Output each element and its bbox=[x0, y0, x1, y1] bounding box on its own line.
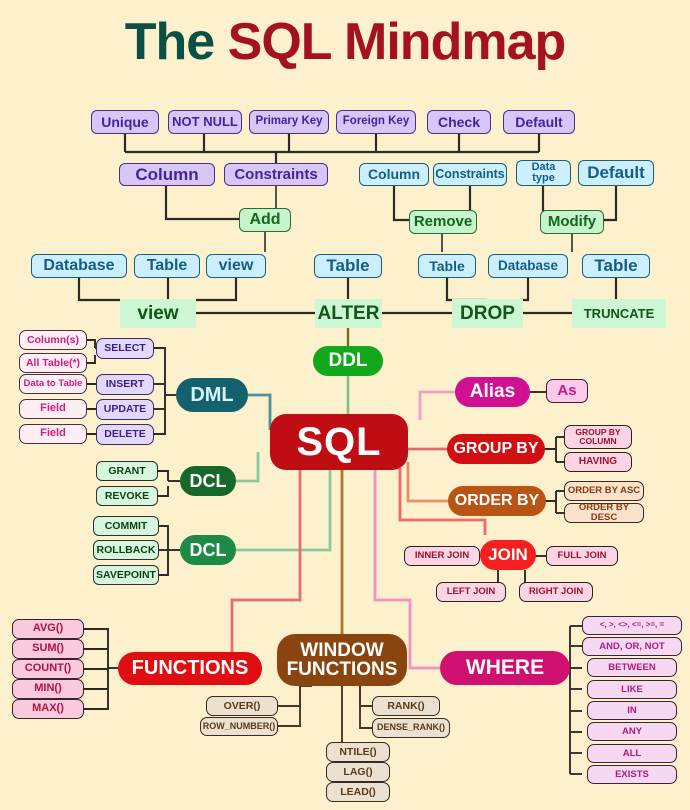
function-item-min[interactable]: MIN() bbox=[12, 679, 84, 699]
function-item-count[interactable]: COUNT() bbox=[12, 659, 84, 679]
branch-hub-dcl[interactable]: DCL bbox=[180, 466, 236, 496]
dml-arg-delete-field[interactable]: Field bbox=[19, 424, 87, 444]
join-item-full[interactable]: FULL JOIN bbox=[546, 546, 618, 566]
where-item-between[interactable]: BETWEEN bbox=[587, 658, 677, 677]
window-function-item-dense-rank[interactable]: DENSE_RANK() bbox=[372, 718, 450, 738]
alter-action-remove[interactable]: Remove bbox=[409, 210, 477, 234]
where-item-any[interactable]: ANY bbox=[587, 722, 677, 741]
dml-arg-update-field[interactable]: Field bbox=[19, 399, 87, 419]
dcl-item-revoke[interactable]: REVOKE bbox=[96, 486, 158, 506]
branch-hub-window-functions[interactable]: WINDOW FUNCTIONS bbox=[277, 634, 407, 686]
constraint-primary-key[interactable]: Primary Key bbox=[249, 110, 329, 134]
page-title: The SQL Mindmap bbox=[0, 12, 690, 72]
title-part-the: The bbox=[124, 13, 228, 71]
sql-mindmap-canvas: The SQL Mindmap Unique NOT NULL Primary … bbox=[0, 0, 690, 810]
dml-arg-select-all[interactable]: All Table(*) bbox=[19, 353, 87, 373]
add-target-column[interactable]: Column bbox=[119, 163, 215, 186]
dml-statement-select[interactable]: SELECT bbox=[96, 338, 154, 359]
branch-hub-dml[interactable]: DML bbox=[176, 378, 248, 412]
ddl-operation-alter[interactable]: ALTER bbox=[315, 299, 382, 328]
tcl-item-commit[interactable]: COMMIT bbox=[93, 516, 159, 536]
order-by-item-asc[interactable]: ORDER BY ASC bbox=[564, 481, 644, 501]
dml-arg-insert-data[interactable]: Data to Table bbox=[19, 374, 87, 394]
order-by-item-desc[interactable]: ORDER BY DESC bbox=[564, 503, 644, 523]
branch-hub-functions[interactable]: FUNCTIONS bbox=[118, 652, 262, 685]
where-item-logical[interactable]: AND, OR, NOT bbox=[582, 637, 682, 656]
add-target-constraints[interactable]: Constraints bbox=[224, 163, 328, 186]
ddl-object-table-alter[interactable]: Table bbox=[314, 254, 382, 278]
alter-action-add[interactable]: Add bbox=[239, 208, 291, 232]
where-item-exists[interactable]: EXISTS bbox=[587, 765, 677, 784]
dml-arg-select-columns[interactable]: Column(s) bbox=[19, 330, 87, 350]
ddl-object-table-drop[interactable]: Table bbox=[418, 254, 476, 278]
ddl-operation-drop[interactable]: DROP bbox=[452, 299, 523, 328]
tcl-item-rollback[interactable]: ROLLBACK bbox=[93, 540, 159, 560]
title-part-sql-mindmap: SQL Mindmap bbox=[227, 13, 567, 71]
modify-target-data-type[interactable]: Data type bbox=[516, 160, 571, 186]
ddl-operation-view[interactable]: view bbox=[120, 299, 196, 328]
group-by-item-column[interactable]: GROUP BY COLUMN bbox=[564, 425, 632, 449]
ddl-object-database-drop[interactable]: Database bbox=[488, 254, 568, 278]
window-function-item-over[interactable]: OVER() bbox=[206, 696, 278, 716]
ddl-object-view-view[interactable]: view bbox=[206, 254, 266, 278]
window-function-item-lead[interactable]: LEAD() bbox=[326, 782, 390, 802]
branch-hub-group-by[interactable]: GROUP BY bbox=[447, 434, 545, 464]
constraint-unique[interactable]: Unique bbox=[91, 110, 159, 134]
branch-hub-alias[interactable]: Alias bbox=[455, 377, 530, 407]
alias-item-as[interactable]: As bbox=[546, 379, 588, 403]
group-by-item-having[interactable]: HAVING bbox=[564, 452, 632, 472]
join-item-left[interactable]: LEFT JOIN bbox=[436, 582, 506, 602]
branch-hub-join[interactable]: JOIN bbox=[480, 540, 536, 570]
join-item-right[interactable]: RIGHT JOIN bbox=[519, 582, 593, 602]
ddl-operation-truncate[interactable]: TRUNCATE bbox=[572, 299, 666, 328]
window-function-item-row-number[interactable]: ROW_NUMBER() bbox=[200, 717, 278, 736]
where-item-in[interactable]: IN bbox=[587, 701, 677, 720]
function-item-sum[interactable]: SUM() bbox=[12, 639, 84, 659]
center-node-sql[interactable]: SQL bbox=[270, 414, 408, 470]
remove-target-constraints[interactable]: Constraints bbox=[433, 163, 507, 186]
where-item-like[interactable]: LIKE bbox=[587, 680, 677, 699]
function-item-max[interactable]: MAX() bbox=[12, 699, 84, 719]
function-item-avg[interactable]: AVG() bbox=[12, 619, 84, 639]
ddl-object-database-view[interactable]: Database bbox=[31, 254, 127, 278]
window-function-item-rank[interactable]: RANK() bbox=[372, 696, 440, 716]
window-function-item-ntile[interactable]: NTILE() bbox=[326, 742, 390, 762]
join-item-inner[interactable]: INNER JOIN bbox=[404, 546, 480, 566]
remove-target-column[interactable]: Column bbox=[359, 163, 429, 186]
where-item-operators[interactable]: <, >, <>, <=, >=, = bbox=[582, 616, 682, 635]
constraint-check[interactable]: Check bbox=[427, 110, 491, 134]
tcl-item-savepoint[interactable]: SAVEPOINT bbox=[93, 565, 159, 585]
branch-hub-ddl[interactable]: DDL bbox=[313, 346, 383, 376]
branch-hub-where[interactable]: WHERE bbox=[440, 651, 570, 685]
window-function-item-lag[interactable]: LAG() bbox=[326, 762, 390, 782]
alter-action-modify[interactable]: Modify bbox=[540, 210, 604, 234]
ddl-object-table-view[interactable]: Table bbox=[134, 254, 200, 278]
dml-statement-delete[interactable]: DELETE bbox=[96, 424, 154, 445]
dml-statement-insert[interactable]: INSERT bbox=[96, 374, 154, 395]
modify-target-default[interactable]: Default bbox=[578, 160, 654, 186]
ddl-object-table-truncate[interactable]: Table bbox=[582, 254, 650, 278]
constraint-not-null[interactable]: NOT NULL bbox=[168, 110, 242, 134]
constraint-default[interactable]: Default bbox=[503, 110, 575, 134]
branch-hub-order-by[interactable]: ORDER BY bbox=[448, 486, 546, 516]
where-item-all[interactable]: ALL bbox=[587, 744, 677, 763]
dcl-item-grant[interactable]: GRANT bbox=[96, 461, 158, 481]
branch-hub-tcl[interactable]: DCL bbox=[180, 535, 236, 565]
dml-statement-update[interactable]: UPDATE bbox=[96, 399, 154, 420]
constraint-foreign-key[interactable]: Foreign Key bbox=[336, 110, 416, 134]
